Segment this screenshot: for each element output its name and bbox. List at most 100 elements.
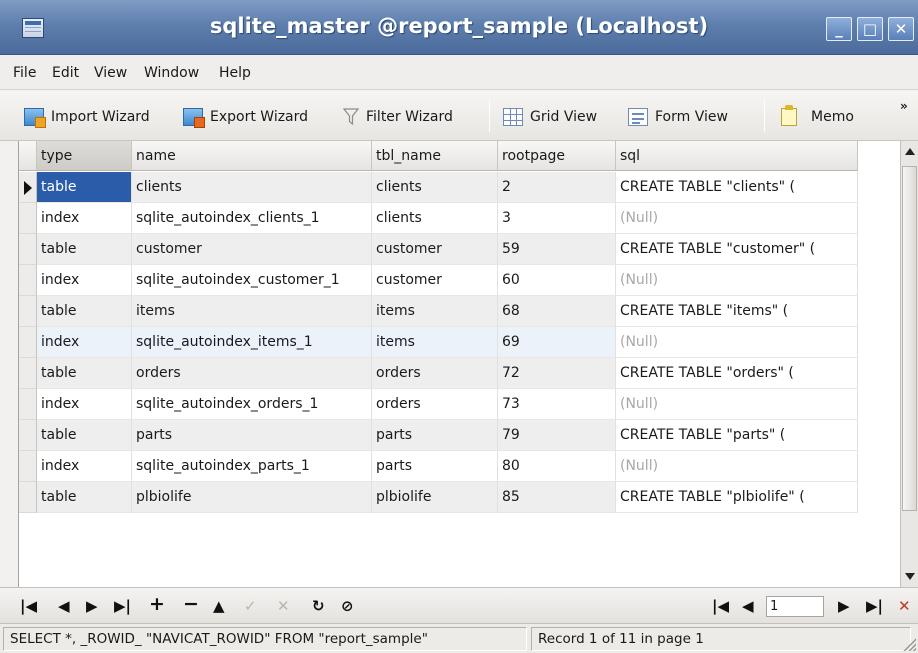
cell-tbl-name[interactable]: clients [372,172,498,203]
row-header[interactable] [19,482,37,513]
memo-button[interactable]: Memo [781,105,854,128]
menu-edit[interactable]: Edit [52,65,79,81]
scroll-thumb[interactable] [902,166,917,511]
table-row[interactable]: table items items 68 CREATE TABLE "items" ( [19,296,858,327]
cancel-edit-button[interactable]: ✕ [277,597,290,615]
cell-rootpage[interactable]: 80 [498,451,616,482]
cell-name[interactable]: orders [132,358,372,389]
cell-tbl-name[interactable]: parts [372,420,498,451]
menu-view[interactable]: View [94,65,127,81]
cell-sql[interactable]: CREATE TABLE "plbiolife" ( [616,482,858,513]
cell-type[interactable]: table [37,358,132,389]
page-number-input[interactable]: 1 [766,596,824,617]
cell-sql[interactable]: CREATE TABLE "parts" ( [616,420,858,451]
cell-sql[interactable]: (Null) [616,203,858,234]
cell-type[interactable]: index [37,327,132,358]
column-header-rootpage[interactable]: rootpage [498,141,616,171]
cell-rootpage[interactable]: 73 [498,389,616,420]
cell-tbl-name[interactable]: parts [372,451,498,482]
cell-name[interactable]: sqlite_autoindex_items_1 [132,327,372,358]
cell-tbl-name[interactable]: items [372,296,498,327]
cell-type[interactable]: index [37,203,132,234]
add-record-button[interactable]: + [149,593,165,615]
prior-page-button[interactable]: ◀ [742,597,754,615]
cell-rootpage[interactable]: 69 [498,327,616,358]
cell-type[interactable]: index [37,389,132,420]
resize-grip[interactable] [902,637,916,651]
cell-sql[interactable]: (Null) [616,451,858,482]
minimize-button[interactable]: _ [826,17,852,41]
table-row[interactable]: table plbiolife plbiolife 85 CREATE TABLE "p… [19,482,858,513]
next-record-button[interactable]: ▶ [86,597,98,615]
last-record-button[interactable]: ▶| [114,597,131,615]
export-wizard-button[interactable]: Export Wizard [183,106,308,128]
row-header[interactable] [19,265,37,296]
cell-sql[interactable]: (Null) [616,327,858,358]
cell-rootpage[interactable]: 72 [498,358,616,389]
vertical-scrollbar[interactable] [900,141,918,587]
refresh-button[interactable]: ↻ [312,597,325,615]
table-row[interactable]: table clients clients 2 CREATE TABLE "client… [19,172,858,203]
column-header-sql[interactable]: sql [616,141,858,171]
cell-type[interactable]: table [37,172,132,203]
cell-sql[interactable]: CREATE TABLE "customer" ( [616,234,858,265]
prior-record-button[interactable]: ◀ [58,597,70,615]
table-row[interactable]: index sqlite_autoindex_clients_1 clients 3(… [19,203,858,234]
cell-name[interactable]: parts [132,420,372,451]
cell-name[interactable]: sqlite_autoindex_orders_1 [132,389,372,420]
row-header[interactable] [19,358,37,389]
menu-window[interactable]: Window [144,65,199,81]
cell-type[interactable]: table [37,482,132,513]
cell-tbl-name[interactable]: customer [372,265,498,296]
edit-record-button[interactable]: ▲ [213,597,225,615]
cell-rootpage[interactable]: 59 [498,234,616,265]
scroll-down-icon[interactable] [905,573,915,580]
table-row[interactable]: index sqlite_autoindex_customer_1 customer… [19,265,858,296]
filter-wizard-button[interactable]: Filter Wizard [342,106,453,128]
first-page-button[interactable]: |◀ [712,597,729,615]
row-header[interactable] [19,327,37,358]
cell-tbl-name[interactable]: clients [372,203,498,234]
data-grid[interactable]: type name tbl_name rootpage sql table cli… [18,141,900,587]
menu-file[interactable]: File [13,65,36,81]
cell-name[interactable]: sqlite_autoindex_clients_1 [132,203,372,234]
table-row[interactable]: table customer customer 59 CREATE TABLE "cus… [19,234,858,265]
last-page-button[interactable]: ▶| [866,597,883,615]
cell-type[interactable]: table [37,234,132,265]
toolbar-overflow-button[interactable]: » [900,99,908,113]
cell-name[interactable]: customer [132,234,372,265]
stop-button[interactable]: ⊘ [341,597,354,615]
row-header[interactable] [19,172,37,203]
cell-sql[interactable]: CREATE TABLE "items" ( [616,296,858,327]
cell-sql[interactable]: (Null) [616,265,858,296]
row-header[interactable] [19,296,37,327]
column-header-tbl-name[interactable]: tbl_name [372,141,498,171]
grid-view-button[interactable]: Grid View [503,106,597,128]
form-view-button[interactable]: Form View [628,106,728,128]
cell-tbl-name[interactable]: items [372,327,498,358]
table-row[interactable]: table parts parts 79 CREATE TABLE "parts" ( [19,420,858,451]
cell-rootpage[interactable]: 3 [498,203,616,234]
cell-tbl-name[interactable]: orders [372,389,498,420]
cell-rootpage[interactable]: 60 [498,265,616,296]
cell-rootpage[interactable]: 79 [498,420,616,451]
cell-name[interactable]: sqlite_autoindex_parts_1 [132,451,372,482]
row-header[interactable] [19,420,37,451]
table-row[interactable]: index sqlite_autoindex_orders_1 orders 73 (N… [19,389,858,420]
cell-name[interactable]: plbiolife [132,482,372,513]
maximize-button[interactable]: □ [857,17,883,41]
cell-type[interactable]: index [37,451,132,482]
close-button[interactable]: ✕ [888,17,914,41]
cell-type[interactable]: table [37,296,132,327]
import-wizard-button[interactable]: Import Wizard [24,106,150,128]
tools-settings-icon[interactable]: ✕ [898,597,911,615]
cell-rootpage[interactable]: 2 [498,172,616,203]
table-row[interactable]: table orders orders 72 CREATE TABLE "orders"… [19,358,858,389]
cell-name[interactable]: clients [132,172,372,203]
column-header-name[interactable]: name [132,141,372,171]
cell-tbl-name[interactable]: customer [372,234,498,265]
cell-sql[interactable]: CREATE TABLE "clients" ( [616,172,858,203]
table-row[interactable]: index sqlite_autoindex_parts_1 parts 80 (Nul… [19,451,858,482]
row-header[interactable] [19,389,37,420]
cell-tbl-name[interactable]: orders [372,358,498,389]
